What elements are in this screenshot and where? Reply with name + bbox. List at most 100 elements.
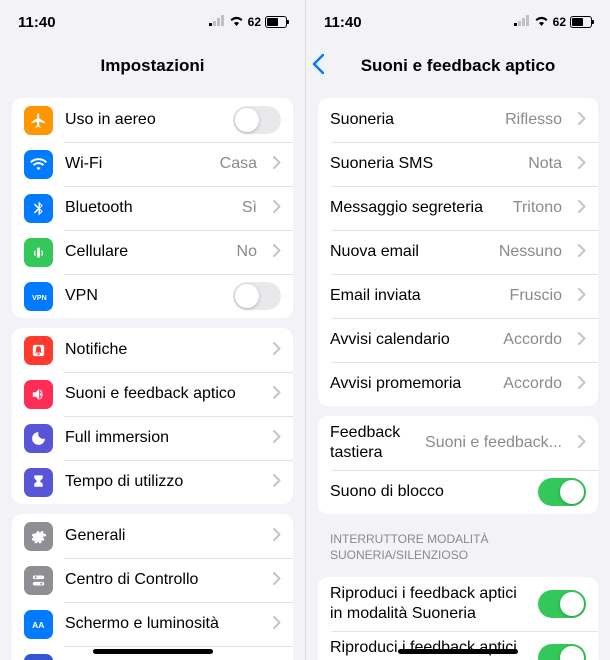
bell-icon bbox=[24, 336, 53, 365]
home-indicator[interactable] bbox=[93, 649, 213, 654]
status-time: 11:40 bbox=[324, 14, 362, 31]
list-item[interactable]: Avvisi calendario Accordo bbox=[318, 318, 598, 362]
list-item[interactable]: Wi-FiCasa bbox=[12, 142, 293, 186]
list-item[interactable]: Riproduci i feedback aptici in modalità … bbox=[318, 631, 598, 660]
row-label: Suoneria bbox=[330, 110, 493, 130]
chevron-right-icon bbox=[578, 112, 586, 128]
group-general: GeneraliCentro di ControlloAASchermo e l… bbox=[12, 514, 293, 660]
list-item[interactable]: VPNVPN bbox=[12, 274, 293, 318]
list-item[interactable]: Avvisi promemoria Accordo bbox=[318, 362, 598, 406]
battery-icon bbox=[265, 16, 287, 28]
chevron-right-icon bbox=[578, 244, 586, 260]
row-label: Bluetooth bbox=[65, 198, 230, 218]
aa-icon: AA bbox=[24, 610, 53, 639]
list-item[interactable]: Suoneria Riflesso bbox=[318, 98, 598, 142]
row-value: No bbox=[237, 243, 257, 261]
row-label: Nuova email bbox=[330, 242, 487, 262]
sounds-list[interactable]: SuoneriaRiflessoSuoneria SMSNotaMessaggi… bbox=[306, 88, 610, 660]
page-title: Suoni e feedback aptico bbox=[361, 56, 556, 76]
row-label: Tempo di utilizzo bbox=[65, 472, 257, 492]
chevron-right-icon bbox=[273, 342, 281, 358]
list-item[interactable]: Tempo di utilizzo bbox=[12, 460, 293, 504]
section-ring-silent: INTERRUTTORE MODALITÀ SUONERIA/SILENZIOS… bbox=[306, 514, 610, 567]
chevron-right-icon bbox=[273, 616, 281, 632]
sound-icon bbox=[24, 380, 53, 409]
settings-list[interactable]: Uso in aereoWi-FiCasa Bluetooth Sì Cellular… bbox=[0, 88, 305, 660]
group-notifications: Notifiche Suoni e feedback apticoFull imm… bbox=[12, 328, 293, 504]
list-item[interactable]: Uso in aereo bbox=[12, 98, 293, 142]
list-item[interactable]: Bluetooth Sì bbox=[12, 186, 293, 230]
battery-text: 62 bbox=[248, 15, 261, 29]
chevron-right-icon bbox=[578, 435, 586, 451]
group-connectivity: Uso in aereoWi-FiCasa Bluetooth Sì Cellular… bbox=[12, 98, 293, 318]
group-sounds: SuoneriaRiflessoSuoneria SMSNotaMessaggi… bbox=[318, 98, 598, 406]
home-indicator[interactable] bbox=[398, 649, 518, 654]
toggle[interactable] bbox=[233, 106, 281, 134]
list-item[interactable]: Centro di Controllo bbox=[12, 558, 293, 602]
list-item[interactable]: Email inviata Fruscio bbox=[318, 274, 598, 318]
status-time: 11:40 bbox=[18, 14, 56, 31]
wifi-icon bbox=[229, 15, 244, 29]
svg-text:VPN: VPN bbox=[32, 294, 47, 302]
plane-icon bbox=[24, 106, 53, 135]
grid-icon bbox=[24, 654, 53, 660]
status-bar: 11:40 62 bbox=[0, 0, 305, 44]
svg-text:AA: AA bbox=[32, 620, 44, 630]
chevron-right-icon bbox=[578, 288, 586, 304]
gear-icon bbox=[24, 522, 53, 551]
status-bar: 11:40 62 bbox=[306, 0, 610, 44]
chevron-right-icon bbox=[578, 156, 586, 172]
battery-icon bbox=[570, 16, 592, 28]
navbar-settings: Impostazioni bbox=[0, 44, 305, 88]
list-item[interactable]: Suono di blocco bbox=[318, 470, 598, 514]
row-value: Accordo bbox=[503, 331, 562, 349]
list-item[interactable]: Messaggio segreteria Tritono bbox=[318, 186, 598, 230]
row-value: Riflesso bbox=[505, 111, 562, 129]
toggle[interactable] bbox=[233, 282, 281, 310]
list-item[interactable]: Full immersion bbox=[12, 416, 293, 460]
phone-sounds: 11:40 62 Suoni e feedback aptico Suoneri… bbox=[305, 0, 610, 660]
row-label: Feedback tastiera bbox=[330, 423, 413, 463]
chevron-right-icon bbox=[273, 528, 281, 544]
row-value: Nota bbox=[528, 155, 562, 173]
list-item[interactable]: Cellulare No bbox=[12, 230, 293, 274]
row-value: Nessuno bbox=[499, 243, 562, 261]
toggle[interactable] bbox=[538, 644, 586, 660]
row-value: Accordo bbox=[503, 375, 562, 393]
list-item[interactable]: Notifiche bbox=[12, 328, 293, 372]
chevron-right-icon bbox=[578, 376, 586, 392]
toggle[interactable] bbox=[538, 590, 586, 618]
chevron-right-icon bbox=[273, 572, 281, 588]
hourglass-icon bbox=[24, 468, 53, 497]
chevron-right-icon bbox=[273, 386, 281, 402]
row-label: Messaggio segreteria bbox=[330, 198, 501, 218]
wifi-icon bbox=[534, 15, 549, 29]
toggle[interactable] bbox=[538, 478, 586, 506]
list-item[interactable]: Suoneria SMSNota bbox=[318, 142, 598, 186]
list-item[interactable]: Riproduci i feedback aptici in modalità … bbox=[318, 577, 598, 631]
row-label: Notifiche bbox=[65, 340, 257, 360]
chevron-right-icon bbox=[578, 332, 586, 348]
phone-settings: 11:40 62 Impostazioni Uso in aereoWi-FiC… bbox=[0, 0, 305, 660]
signal-icon bbox=[209, 15, 225, 29]
row-label: Avvisi promemoria bbox=[330, 374, 491, 394]
back-button[interactable] bbox=[312, 54, 324, 80]
chevron-right-icon bbox=[273, 200, 281, 216]
list-item[interactable]: AASchermo e luminosità bbox=[12, 602, 293, 646]
moon-icon bbox=[24, 424, 53, 453]
list-item[interactable]: Suoni e feedback aptico bbox=[12, 372, 293, 416]
page-title: Impostazioni bbox=[101, 56, 205, 76]
chevron-right-icon bbox=[273, 474, 281, 490]
row-value: Sì bbox=[242, 199, 257, 217]
row-label: Cellulare bbox=[65, 242, 225, 262]
list-item[interactable]: Feedback tastieraSuoni e feedback... bbox=[318, 416, 598, 470]
row-value: Fruscio bbox=[510, 287, 562, 305]
list-item[interactable]: Generali bbox=[12, 514, 293, 558]
row-label: Avvisi calendario bbox=[330, 330, 491, 350]
row-label: Email inviata bbox=[330, 286, 498, 306]
list-item[interactable]: Nuova email Nessuno bbox=[318, 230, 598, 274]
chevron-right-icon bbox=[273, 244, 281, 260]
row-value: Tritono bbox=[513, 199, 562, 217]
row-label: Suono di blocco bbox=[330, 482, 526, 502]
group-haptics: Riproduci i feedback aptici in modalità … bbox=[318, 577, 598, 660]
